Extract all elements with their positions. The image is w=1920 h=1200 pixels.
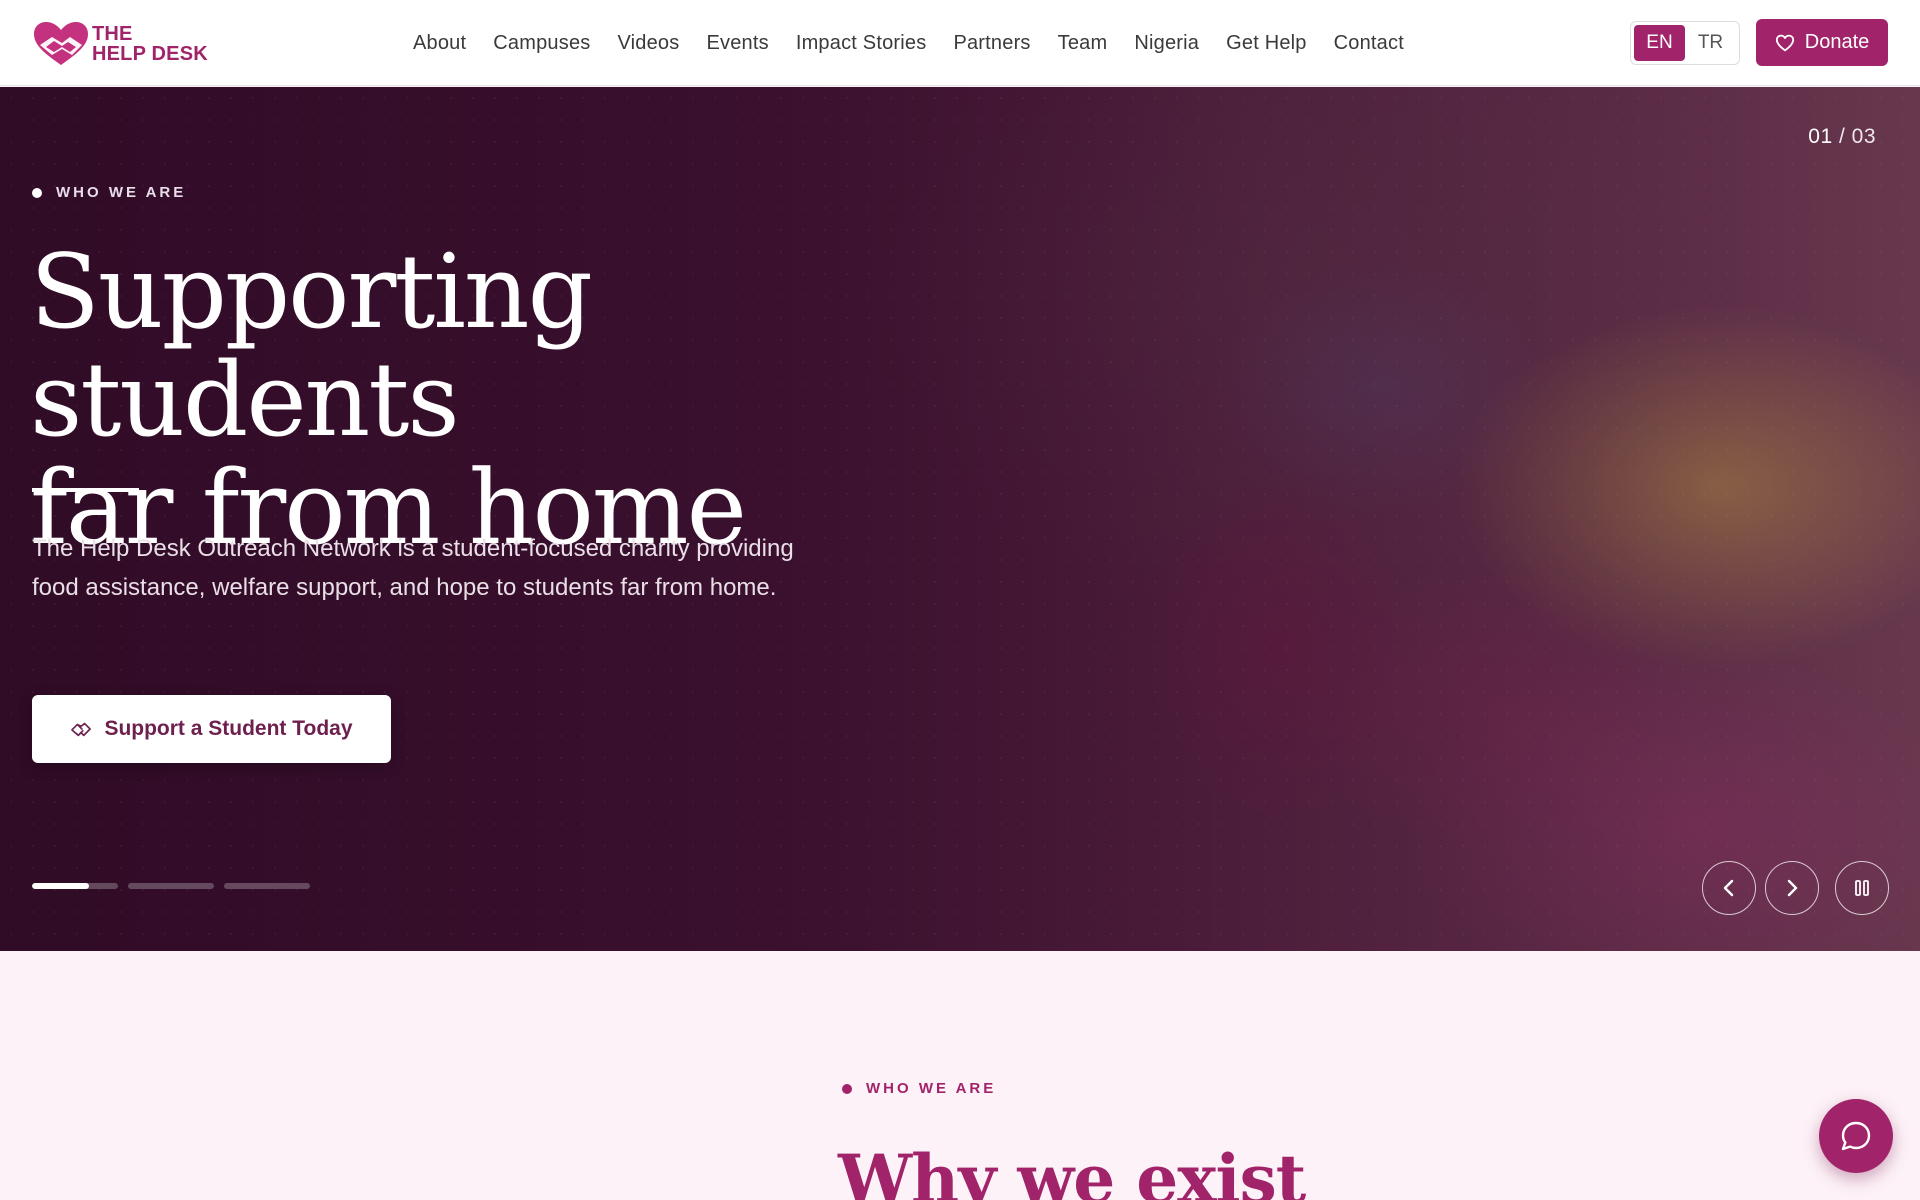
section-eyebrow-text: WHO WE ARE	[866, 1080, 997, 1097]
nav-link-get-help[interactable]: Get Help	[1226, 32, 1307, 55]
logo-line-1: THE	[92, 23, 133, 45]
slide-progress-indicators	[32, 883, 320, 889]
nav-link-campuses[interactable]: Campuses	[493, 32, 590, 55]
hero-divider	[32, 488, 139, 492]
previous-slide-button[interactable]	[1702, 861, 1756, 915]
nav-link-team[interactable]: Team	[1058, 32, 1108, 55]
pause-icon	[1855, 880, 1869, 896]
section-eyebrow-dot	[842, 1083, 852, 1094]
chat-launcher-button[interactable]	[1819, 1099, 1893, 1173]
hero-slider: 01 / 03 WHO WE ARE Supporting students f…	[0, 87, 1920, 951]
heart-icon	[1775, 34, 1794, 51]
nav-link-videos[interactable]: Videos	[617, 32, 679, 55]
donate-button[interactable]: Donate	[1756, 19, 1888, 66]
section-title: Why we exist	[838, 1140, 1306, 1200]
hero-eyebrow: WHO WE ARE	[32, 184, 186, 201]
slide-indicator-2[interactable]	[128, 883, 214, 889]
top-navigation: THE HELP DESK About Campuses Videos Even…	[0, 0, 1920, 86]
chevron-right-icon	[1787, 879, 1798, 897]
donate-label: Donate	[1804, 31, 1870, 53]
hero-eyebrow-text: WHO WE ARE	[56, 184, 187, 201]
hero-title: Supporting students far from home	[30, 239, 1030, 563]
hero-description: The Help Desk Outreach Network is a stud…	[32, 535, 794, 601]
language-switcher: EN TR	[1630, 21, 1740, 65]
logo-wordmark: THE HELP DESK	[92, 24, 208, 64]
slide-indicator-1-fill	[32, 883, 89, 889]
nav-link-events[interactable]: Events	[706, 32, 768, 55]
support-student-label: Support a Student Today	[104, 717, 353, 740]
pause-slideshow-button[interactable]	[1835, 861, 1889, 915]
nav-link-about[interactable]: About	[413, 32, 466, 55]
nav-link-partners[interactable]: Partners	[953, 32, 1030, 55]
language-en-button[interactable]: EN	[1634, 25, 1685, 61]
language-tr-button[interactable]: TR	[1685, 25, 1736, 61]
nav-link-impact-stories[interactable]: Impact Stories	[796, 32, 927, 55]
slide-counter-total: 03	[1851, 125, 1876, 148]
heart-handshake-logo-icon	[32, 21, 90, 67]
slide-indicator-1[interactable]	[32, 883, 118, 889]
nav-link-contact[interactable]: Contact	[1334, 32, 1404, 55]
eyebrow-dot	[32, 187, 42, 198]
support-student-button[interactable]: Support a Student Today	[32, 695, 391, 763]
nav-link-nigeria[interactable]: Nigeria	[1134, 32, 1199, 55]
slide-counter-current: 01	[1808, 125, 1833, 148]
slide-counter: 01 / 03	[1808, 125, 1876, 149]
slide-counter-separator: /	[1832, 125, 1852, 148]
logo-line-2: HELP DESK	[92, 43, 208, 65]
main-menu: About Campuses Videos Events Impact Stor…	[413, 0, 1431, 86]
site-logo[interactable]: THE HELP DESK	[32, 20, 208, 68]
hero-title-line-1: Supporting students	[30, 233, 593, 460]
next-slide-button[interactable]	[1765, 861, 1819, 915]
section-eyebrow: WHO WE ARE	[842, 1080, 996, 1097]
handshake-icon	[71, 722, 92, 737]
chevron-left-icon	[1723, 879, 1734, 897]
chat-bubble-icon	[1841, 1121, 1871, 1151]
slide-indicator-3[interactable]	[224, 883, 310, 889]
